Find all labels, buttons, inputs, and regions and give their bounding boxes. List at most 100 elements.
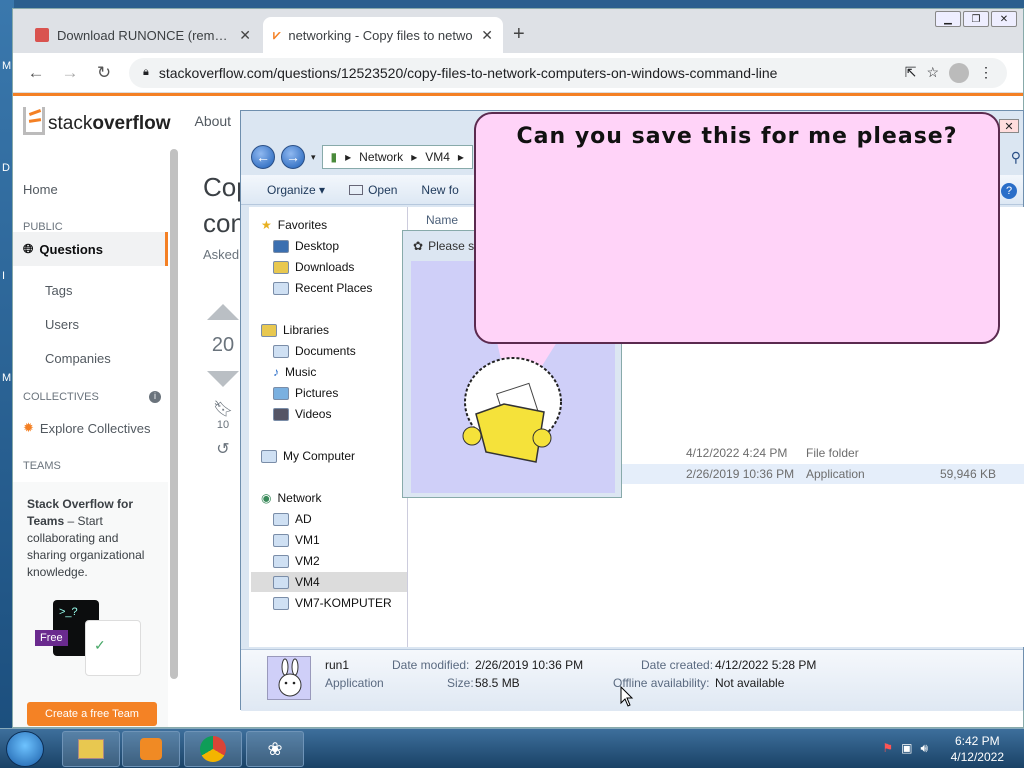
volume-icon[interactable]: 🔊︎ xyxy=(920,741,928,756)
network-icon: ▮ xyxy=(330,150,338,164)
nav-companies[interactable]: Companies xyxy=(45,351,111,366)
mouse-cursor-icon xyxy=(620,686,634,707)
reload-icon[interactable]: ↻ xyxy=(95,63,113,83)
menu-dots-icon[interactable]: ⋮ xyxy=(979,64,993,81)
tab-networking[interactable]: ⩗ networking - Copy files to netwo ✕ xyxy=(263,17,503,53)
tree-vm1[interactable]: VM1 xyxy=(273,530,429,550)
computer-icon xyxy=(273,533,289,547)
close-tab-icon[interactable]: ✕ xyxy=(481,27,493,44)
nav-section-collectives: COLLECTIVES xyxy=(23,391,99,403)
tree-ad[interactable]: AD xyxy=(273,509,429,529)
breadcrumb[interactable]: ▮ ▸ Network ▸ VM4 ▸ xyxy=(321,145,473,169)
computer-icon xyxy=(261,449,277,463)
history-icon[interactable]: ↺ xyxy=(203,439,243,459)
dialog-title: Please s xyxy=(428,239,475,253)
documents-icon xyxy=(273,344,289,358)
nav-questions[interactable]: 🌐︎ Questions xyxy=(13,232,168,266)
nav-scrollbar[interactable] xyxy=(170,149,178,679)
network-tray-icon[interactable]: ▣ xyxy=(901,741,912,756)
so-left-nav: Home PUBLIC 🌐︎ Questions Tags Users Comp… xyxy=(13,149,181,727)
tab-runonce[interactable]: Download RUNONCE (remember ✕ xyxy=(25,17,261,53)
nav-users[interactable]: Users xyxy=(45,317,79,332)
folder-icon xyxy=(78,739,104,759)
chrome-icon xyxy=(200,736,226,762)
music-icon: ♪ xyxy=(273,365,279,379)
search-icon[interactable]: ⚲ xyxy=(1011,149,1021,166)
column-header-name[interactable]: Name xyxy=(426,213,458,227)
help-icon[interactable]: ? xyxy=(1001,183,1017,199)
libraries-icon xyxy=(261,323,277,337)
lock-icon: 🔒︎ xyxy=(143,66,149,78)
tree-vm2[interactable]: VM2 xyxy=(273,551,429,571)
rabbit-icon: ❀ xyxy=(267,738,283,759)
videos-icon xyxy=(273,407,289,421)
taskbar-media-player[interactable] xyxy=(122,731,180,767)
media-player-icon xyxy=(140,738,162,760)
about-link[interactable]: About xyxy=(194,113,231,129)
open-button[interactable]: Open xyxy=(349,183,397,197)
rabbit-app-icon xyxy=(267,656,311,700)
tree-network[interactable]: ◉ Network xyxy=(261,488,417,508)
details-name: run1 xyxy=(325,658,350,672)
nav-explore-collectives[interactable]: ✹ Explore Collectives xyxy=(23,420,150,436)
details-created: 4/12/2022 5:28 PM xyxy=(715,658,817,672)
tree-vm4[interactable]: VM4 xyxy=(251,572,407,592)
recent-places-icon xyxy=(273,281,289,295)
tree-my-computer[interactable]: My Computer xyxy=(261,446,417,466)
bookmark-icon[interactable]: 🔖︎ xyxy=(203,399,243,419)
create-team-button[interactable]: Create a free Team xyxy=(27,702,157,726)
organize-button[interactable]: Organize ▾ xyxy=(267,183,325,197)
downloads-icon xyxy=(273,260,289,274)
computer-icon xyxy=(273,596,289,610)
explorer-close-icon[interactable]: ✕ xyxy=(999,119,1019,133)
details-kind: Application xyxy=(325,676,384,690)
new-folder-button[interactable]: New fo xyxy=(421,183,458,197)
stack-logo-icon xyxy=(23,107,45,135)
address-bar[interactable]: 🔒︎ stackoverflow.com/questions/12523520/… xyxy=(129,57,1007,88)
bookmark-star-icon[interactable]: ☆ xyxy=(926,64,939,81)
collectives-star-icon: ✹ xyxy=(23,420,34,435)
tree-vm7[interactable]: VM7-KOMPUTER xyxy=(273,593,429,613)
explorer-forward-icon[interactable]: → xyxy=(281,145,305,169)
taskbar-explorer[interactable] xyxy=(62,731,120,767)
tree-favorites[interactable]: ★ Favorites xyxy=(261,215,417,235)
nav-tags[interactable]: Tags xyxy=(45,283,72,298)
close-window-icon[interactable]: ✕ xyxy=(991,11,1017,27)
action-center-flag-icon[interactable]: ⚑ xyxy=(882,741,893,756)
download-site-icon xyxy=(35,28,49,42)
breadcrumb-vm4[interactable]: VM4 xyxy=(425,150,450,164)
clock[interactable]: 6:42 PM 4/12/2022 xyxy=(951,733,1004,765)
maximize-icon[interactable]: ❐ xyxy=(963,11,989,27)
pictures-icon xyxy=(273,386,289,400)
tree-libraries[interactable]: Libraries xyxy=(261,320,417,340)
taskbar: ❀ ⚑ ▣ 🔊︎ 6:42 PM 4/12/2022 xyxy=(0,728,1024,768)
back-arrow-icon[interactable]: ← xyxy=(27,63,45,83)
minimize-icon[interactable]: ▁ xyxy=(935,11,961,27)
new-tab-icon[interactable]: + xyxy=(513,23,525,46)
nav-home[interactable]: Home xyxy=(23,182,58,197)
profile-icon[interactable] xyxy=(949,62,969,83)
taskbar-chrome[interactable] xyxy=(184,731,242,767)
teams-promo: Stack Overflow for Teams – Start collabo… xyxy=(13,482,168,727)
network-globe-icon: ◉ xyxy=(261,491,272,505)
history-dropdown-icon[interactable]: ▾ xyxy=(311,152,316,163)
tab-bar: Download RUNONCE (remember ✕ ⩗ networkin… xyxy=(13,9,1023,53)
forward-arrow-icon[interactable]: → xyxy=(61,63,79,83)
upvote-icon[interactable] xyxy=(207,304,239,320)
speech-bubble: Can you save this for me please? xyxy=(474,112,1000,344)
stackoverflow-logo[interactable]: stack overflow xyxy=(23,107,170,135)
computer-icon xyxy=(273,575,289,589)
share-icon[interactable]: ⇱ xyxy=(905,64,917,81)
close-tab-icon[interactable]: ✕ xyxy=(239,27,251,44)
start-button[interactable] xyxy=(6,731,44,767)
vote-column: 20 🔖︎ 10 ↺ xyxy=(203,304,243,459)
explorer-navigation-pane: ★ Favorites Desktop Downloads Recent Plac… xyxy=(249,207,407,647)
breadcrumb-network[interactable]: Network xyxy=(359,150,403,164)
explorer-back-icon[interactable]: ← xyxy=(251,145,275,169)
taskbar-rabbit-app[interactable]: ❀ xyxy=(246,731,304,767)
vote-count: 20 xyxy=(211,334,235,356)
rabbit-holding-folder-illustration xyxy=(458,352,568,472)
downvote-icon[interactable] xyxy=(207,371,239,387)
clock-time: 6:42 PM xyxy=(954,734,1000,748)
info-icon[interactable]: i xyxy=(149,391,161,403)
